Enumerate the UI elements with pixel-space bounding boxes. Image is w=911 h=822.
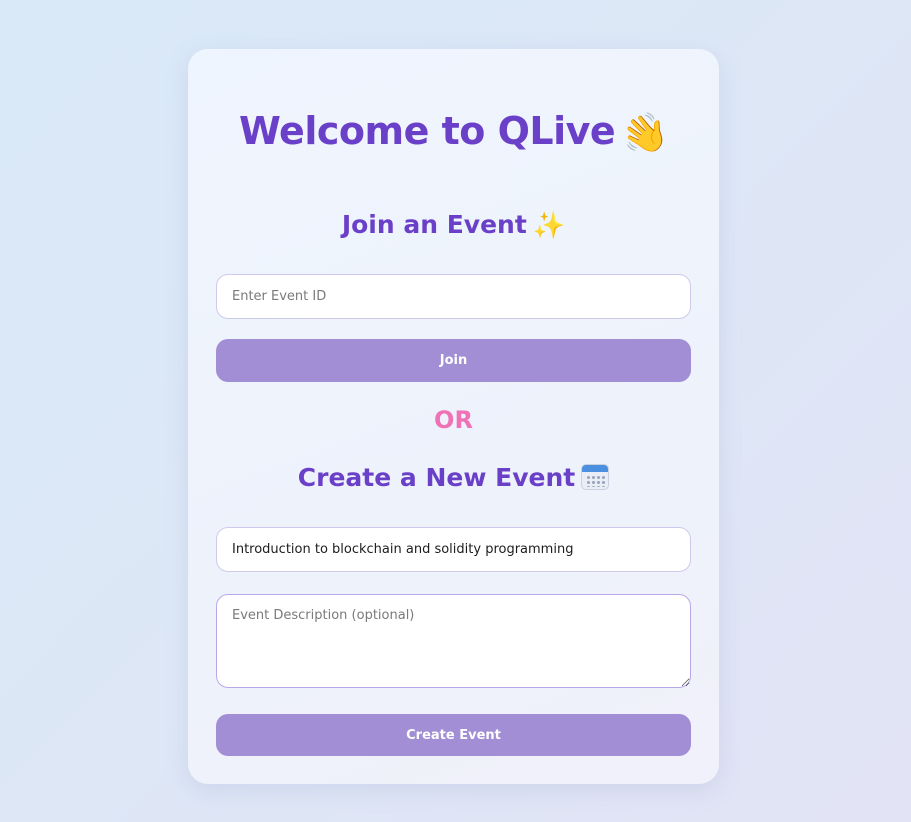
event-id-input[interactable] [216, 274, 691, 319]
calendar-header [582, 465, 609, 472]
sparkles-icon: ✨ [532, 211, 566, 241]
waving-hand-icon: 👋 [616, 106, 673, 161]
join-button[interactable]: Join [216, 339, 691, 382]
create-section-title: Create a New Event [188, 462, 719, 494]
join-section-title-text: Join an Event [341, 210, 527, 239]
calendar-icon [581, 464, 610, 490]
calendar-dots [586, 475, 607, 487]
event-name-input[interactable] [216, 527, 691, 572]
page-title: Welcome to QLive👋 [188, 106, 719, 161]
event-description-textarea[interactable] [216, 594, 691, 688]
welcome-card: Welcome to QLive👋 Join an Event✨ Join OR… [188, 49, 719, 784]
page-title-text: Welcome to QLive [238, 109, 616, 153]
join-section-title: Join an Event ✨ [188, 209, 719, 241]
create-event-button[interactable]: Create Event [216, 714, 691, 756]
or-divider: OR [434, 406, 473, 434]
create-section-title-text: Create a New Event [297, 463, 576, 492]
